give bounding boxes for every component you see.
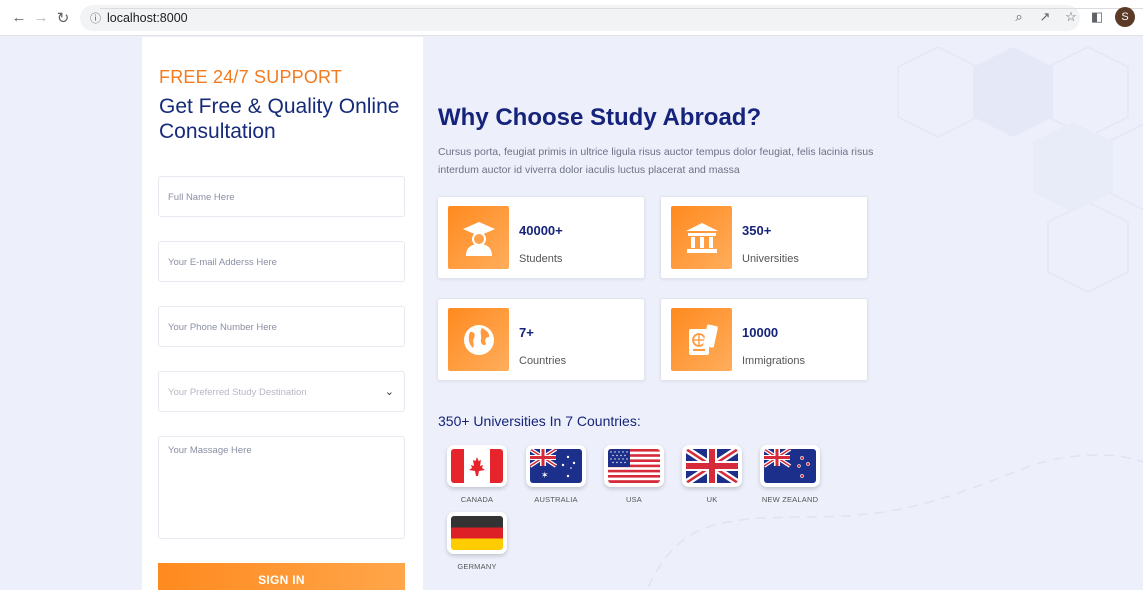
avatar[interactable]: S [1115, 7, 1135, 27]
university-icon [671, 206, 732, 269]
zoom-icon[interactable]: ⌕ [1011, 9, 1027, 25]
phone-input[interactable]: Your Phone Number Here [158, 306, 405, 347]
passport-icon [671, 308, 732, 371]
country-usa[interactable]: USA [604, 445, 664, 504]
star-icon[interactable]: ☆ [1063, 9, 1079, 25]
countries-heading: 350+ Universities In 7 Countries: [438, 413, 641, 429]
stat-label: Students [519, 253, 563, 265]
share-icon[interactable]: ↗ [1037, 9, 1053, 25]
section-title: Why Choose Study Abroad? [438, 104, 762, 131]
email-input[interactable]: Your E-mail Adderss Here [158, 241, 405, 282]
stat-label: Immigrations [742, 355, 805, 367]
stat-value: 10000 [742, 325, 779, 340]
australia-flag-icon: ✶ [530, 449, 582, 483]
germany-flag-icon [451, 516, 503, 550]
country-uk[interactable]: UK [682, 445, 742, 504]
stat-value: 40000+ [519, 223, 563, 238]
back-icon[interactable]: ← [8, 7, 30, 29]
country-name: NEW ZEALAND [761, 495, 819, 504]
stat-value: 350+ [742, 223, 772, 238]
stat-label: Countries [519, 355, 567, 367]
info-icon[interactable]: ⓘ [90, 10, 101, 26]
hexagon-decoration [897, 47, 1143, 293]
country-name: AUSTRALIA [534, 495, 578, 504]
country-name: USA [625, 495, 643, 504]
stat-card-students: 40000+ Students [437, 196, 645, 279]
stat-label: Universities [742, 253, 799, 265]
full-name-input[interactable]: Full Name Here [158, 176, 405, 217]
chevron-down-icon: ⌄ [384, 386, 394, 398]
student-icon [448, 206, 509, 269]
country-australia[interactable]: ✶ AUSTRALIA [526, 445, 586, 504]
country-name: GERMANY [457, 562, 497, 571]
new-zealand-flag-icon [764, 449, 816, 483]
country-name: UK [706, 495, 718, 504]
country-germany[interactable]: GERMANY [447, 512, 507, 571]
form-title: Get Free & Quality Online Consultation [159, 95, 400, 143]
svg-text:✶: ✶ [541, 471, 549, 481]
tab-strip [100, 0, 1143, 9]
stat-card-immigrations: 10000 Immigrations [660, 298, 868, 381]
globe-icon [448, 308, 509, 371]
forward-icon[interactable]: → [30, 7, 52, 29]
stat-card-countries: 7+ Countries [437, 298, 645, 381]
support-label: FREE 24/7 SUPPORT [159, 67, 343, 87]
usa-flag-icon [608, 449, 660, 483]
uk-flag-icon [686, 449, 738, 483]
country-name: CANADA [460, 495, 494, 504]
country-new-zealand[interactable]: NEW ZEALAND [760, 445, 820, 504]
consultation-form-panel: FREE 24/7 SUPPORT Get Free & Quality Onl… [142, 37, 423, 590]
country-canada[interactable]: CANADA [447, 445, 507, 504]
message-textarea[interactable]: Your Massage Here [158, 436, 405, 539]
section-description: Cursus porta, feugiat primis in ultrice … [438, 146, 874, 176]
stat-value: 7+ [519, 325, 534, 340]
sidepanel-icon[interactable]: ◧ [1089, 9, 1105, 25]
sign-in-button[interactable]: SIGN IN [158, 563, 405, 590]
destination-select[interactable]: Your Preferred Study Destination ⌄ [158, 371, 405, 412]
browser-toolbar: ← → ↻ ⓘ localhost:8000 ⌕ ↗ ☆ ◧ S [0, 0, 1143, 36]
destination-placeholder: Your Preferred Study Destination [168, 387, 307, 398]
reload-icon[interactable]: ↻ [52, 7, 74, 29]
stat-card-universities: 350+ Universities [660, 196, 868, 279]
url-text: localhost:8000 [107, 10, 188, 25]
canada-flag-icon [451, 449, 503, 483]
